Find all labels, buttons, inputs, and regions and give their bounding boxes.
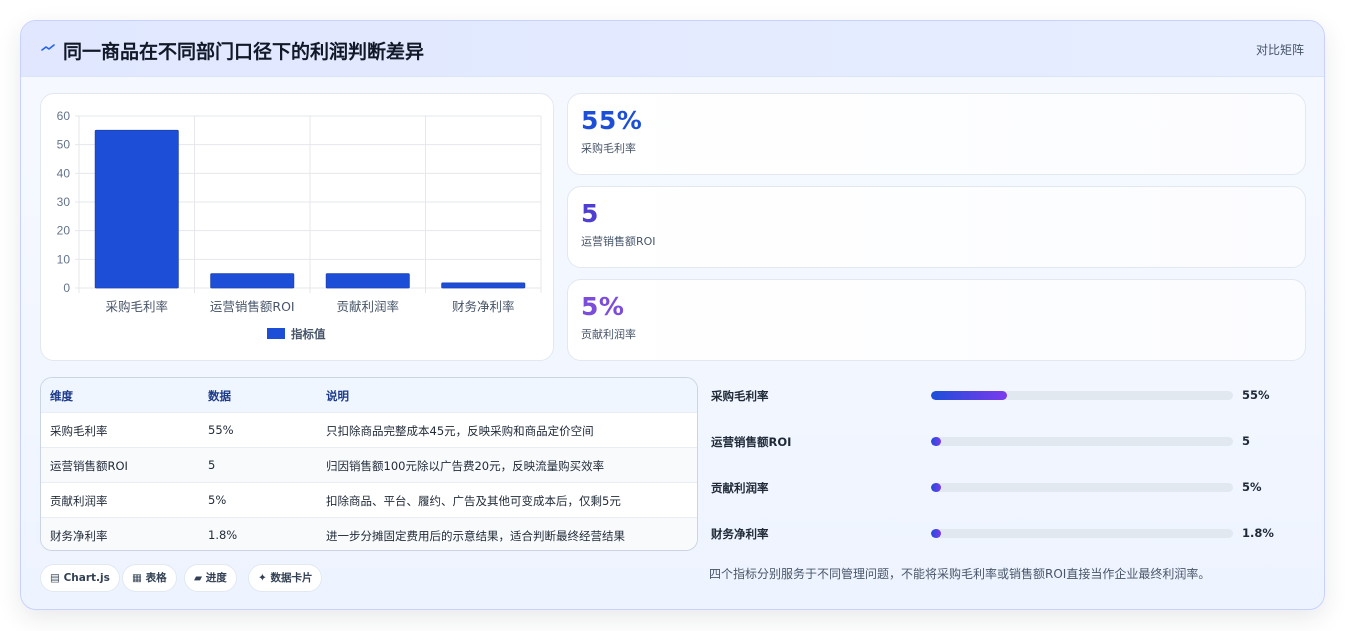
kpi-card-contribution-margin: 5% 贡献利润率 bbox=[567, 279, 1306, 361]
progress-fill bbox=[931, 437, 941, 446]
table-cell: 扣除商品、平台、履约、广告及其他可变成本后，仅剩5元 bbox=[326, 494, 621, 508]
progress-fill bbox=[931, 529, 941, 538]
card-header: 同一商品在不同部门口径下的利润判断差异 对比矩阵 bbox=[21, 21, 1324, 77]
bar bbox=[325, 273, 410, 289]
kpi-value: 5% bbox=[581, 292, 625, 321]
kpi-value: 5 bbox=[581, 199, 599, 228]
table-cell: 贡献利润率 bbox=[50, 494, 108, 508]
progress-row: 贡献利润率 5% bbox=[711, 477, 1311, 497]
table-cell: 采购毛利率 bbox=[50, 424, 108, 438]
table-icon: ▦ bbox=[132, 572, 142, 584]
table-row: 运营销售额ROI 5 归因销售额100元除以广告费20元，反映流量购买效率 bbox=[41, 447, 697, 482]
progress-value: 1.8% bbox=[1242, 526, 1274, 540]
progress-label: 贡献利润率 bbox=[711, 481, 769, 495]
progress-label: 财务净利率 bbox=[711, 527, 769, 541]
bar-chart-panel: 0 10 20 30 40 50 60 采购毛利率 运营销售额ROI 贡献利润率 财务净利率指标值 bbox=[40, 93, 554, 361]
table-row: 采购毛利率 55% 只扣除商品完整成本45元，反映采购和商品定价空间 bbox=[41, 412, 697, 447]
pill-label: 表格 bbox=[145, 572, 167, 584]
comparison-card: 同一商品在不同部门口径下的利润判断差异 对比矩阵 0 10 20 30 40 50 60 采购… bbox=[20, 20, 1325, 610]
progress-label: 采购毛利率 bbox=[711, 389, 769, 403]
progress-value: 55% bbox=[1242, 388, 1270, 402]
sparkle-icon: ✦ bbox=[258, 572, 267, 584]
table-cell: 财务净利率 bbox=[50, 529, 108, 543]
table-cell: 1.8% bbox=[208, 528, 238, 542]
progress-track bbox=[931, 529, 1233, 538]
y-tick-label: 50 bbox=[57, 138, 71, 152]
table-row: 贡献利润率 5% 扣除商品、平台、履约、广告及其他可变成本后，仅剩5元 bbox=[41, 482, 697, 517]
y-tick-label: 30 bbox=[57, 195, 71, 209]
pill-data-cards[interactable]: ✦ 数据卡片 bbox=[248, 564, 323, 592]
table-header-cell: 说明 bbox=[326, 389, 349, 403]
progress-value: 5 bbox=[1242, 434, 1251, 448]
table-header-cell: 维度 bbox=[50, 389, 73, 403]
kpi-label: 采购毛利率 bbox=[581, 142, 636, 155]
progress-track bbox=[931, 391, 1233, 400]
table-cell: 55% bbox=[208, 423, 234, 437]
trend-line-icon bbox=[41, 44, 55, 51]
table-row: 财务净利率 1.8% 进一步分摊固定费用后的示意结果，适合判断最终经营结果 bbox=[41, 517, 697, 550]
pill-table[interactable]: ▦ 表格 bbox=[122, 564, 177, 592]
kpi-label: 运营销售额ROI bbox=[581, 235, 656, 248]
pill-progress[interactable]: ▰ 进度 bbox=[184, 564, 237, 592]
y-tick-label: 0 bbox=[63, 281, 70, 295]
bar bbox=[210, 273, 295, 289]
table-cell: 进一步分摊固定费用后的示意结果，适合判断最终经营结果 bbox=[326, 529, 625, 543]
legend-label: 指标值 bbox=[291, 327, 326, 341]
kpi-label: 贡献利润率 bbox=[581, 328, 636, 341]
progress-fill bbox=[931, 391, 1007, 400]
table-cell: 运营销售额ROI bbox=[50, 459, 128, 473]
kpi-card-ops-roi: 5 运营销售额ROI bbox=[567, 186, 1306, 268]
pill-label: Chart.js bbox=[63, 572, 110, 584]
bar bbox=[94, 129, 179, 289]
progress-label: 运营销售额ROI bbox=[711, 435, 792, 449]
progress-track bbox=[931, 437, 1233, 446]
progress-value: 5% bbox=[1242, 480, 1262, 494]
bar bbox=[441, 282, 526, 289]
progress-icon: ▰ bbox=[194, 572, 203, 584]
kpi-value: 55% bbox=[581, 106, 643, 135]
progress-row: 财务净利率 1.8% bbox=[711, 523, 1311, 543]
pill-chartjs[interactable]: ▤ Chart.js bbox=[40, 564, 120, 592]
chart-icon: ▤ bbox=[50, 572, 60, 584]
pill-label: 数据卡片 bbox=[270, 572, 313, 584]
progress-row: 采购毛利率 55% bbox=[711, 385, 1311, 405]
header-tag: 对比矩阵 bbox=[1255, 43, 1304, 57]
y-tick-label: 20 bbox=[57, 224, 71, 238]
bar-chart[interactable]: 0 10 20 30 40 50 60 采购毛利率 运营销售额ROI 贡献利润率 财务净利率指标值 bbox=[41, 94, 555, 362]
table-cell: 5% bbox=[208, 493, 227, 507]
y-tick-label: 40 bbox=[57, 166, 71, 180]
pill-label: 进度 bbox=[205, 572, 227, 584]
metrics-table: 维度 数据 说明 采购毛利率 55% 只扣除商品完整成本45元，反映采购和商品定… bbox=[40, 377, 698, 551]
table-cell: 5 bbox=[208, 458, 216, 472]
progress-track bbox=[931, 483, 1233, 492]
table-cell: 归因销售额100元除以广告费20元，反映流量购买效率 bbox=[326, 459, 605, 473]
kpi-card-purchase-margin: 55% 采购毛利率 bbox=[567, 93, 1306, 175]
footnote: 四个指标分别服务于不同管理问题，不能将采购毛利率或销售额ROI直接当作企业最终利… bbox=[709, 567, 1211, 581]
progress-row: 运营销售额ROI 5 bbox=[711, 431, 1311, 451]
x-tick-label: 财务净利率 bbox=[452, 299, 515, 314]
x-tick-label: 采购毛利率 bbox=[105, 299, 168, 314]
x-tick-label: 贡献利润率 bbox=[336, 299, 399, 314]
progress-fill bbox=[931, 483, 941, 492]
page-title: 同一商品在不同部门口径下的利润判断差异 bbox=[63, 41, 425, 63]
table-header-cell: 数据 bbox=[208, 389, 231, 403]
y-tick-label: 60 bbox=[57, 109, 71, 123]
x-tick-label: 运营销售额ROI bbox=[210, 299, 295, 314]
legend-swatch bbox=[267, 328, 285, 339]
table-header-row: 维度 数据 说明 bbox=[41, 378, 697, 413]
table-cell: 只扣除商品完整成本45元，反映采购和商品定价空间 bbox=[326, 424, 594, 438]
y-tick-label: 10 bbox=[57, 252, 71, 266]
